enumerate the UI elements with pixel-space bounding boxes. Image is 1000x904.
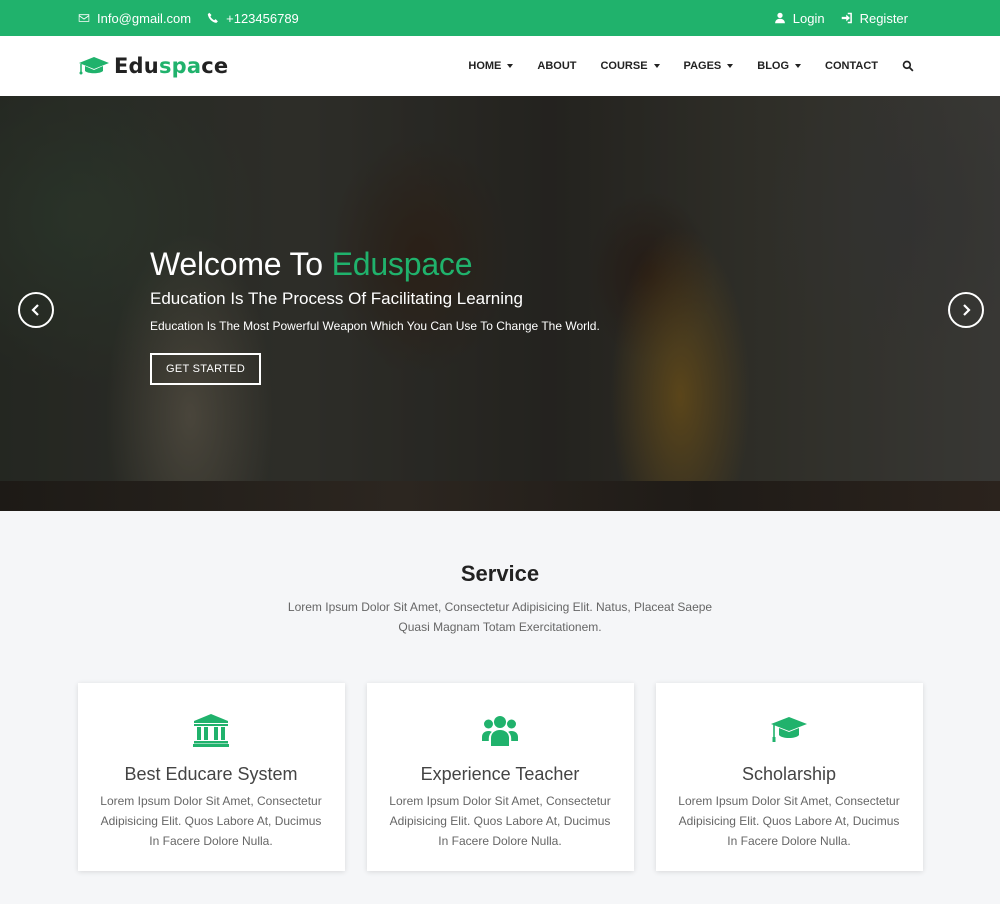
hero-title: Welcome To Eduspace — [150, 246, 600, 283]
phone-icon — [207, 12, 218, 23]
phone-link[interactable]: +123456789 — [207, 11, 299, 26]
service-card[interactable]: Experience Teacher Lorem Ipsum Dolor Sit… — [366, 683, 634, 871]
login-link[interactable]: Login — [774, 11, 825, 26]
phone-text: +123456789 — [226, 10, 299, 26]
nav-about-label: ABOUT — [537, 60, 577, 72]
main-header: Eduspace HOME ABOUT COURSE PAGES BLOG CO… — [0, 36, 1000, 96]
graduation-cap-logo-icon — [79, 57, 109, 75]
card-title: Best Educare System — [124, 764, 298, 784]
hero-title-prefix: Welcome To — [150, 246, 332, 282]
nav-blog-label: BLOG — [757, 60, 790, 72]
contact-info: Info@gmail.com +123456789 — [78, 11, 299, 26]
hero-title-accent: Eduspace — [331, 246, 473, 282]
card-icon-wrap — [78, 713, 345, 747]
caret-down-icon — [727, 64, 734, 68]
service-cards: Best Educare System Lorem Ipsum Dolor Si… — [0, 683, 1000, 871]
hero-image-floor — [0, 481, 1000, 511]
slider-next-button[interactable] — [948, 292, 984, 328]
email-link[interactable]: Info@gmail.com — [78, 11, 191, 26]
card-text: Lorem Ipsum Dolor Sit Amet, Consectetur … — [389, 794, 611, 848]
nav-contact[interactable]: CONTACT — [825, 60, 878, 72]
logo-text-end: ce — [201, 54, 229, 78]
get-started-button[interactable]: GET STARTED — [150, 353, 262, 385]
slider-prev-button[interactable] — [18, 292, 54, 328]
caret-down-icon — [653, 64, 660, 68]
caret-down-icon — [507, 64, 514, 68]
card-text: Lorem Ipsum Dolor Sit Amet, Consectetur … — [678, 794, 900, 848]
login-label: Login — [792, 10, 825, 26]
search-button[interactable] — [902, 60, 914, 72]
service-card[interactable]: Scholarship Lorem Ipsum Dolor Sit Amet, … — [655, 683, 923, 871]
nav-pages-label: PAGES — [683, 60, 722, 72]
top-bar: Info@gmail.com +123456789 Login Register — [0, 0, 1000, 36]
email-text: Info@gmail.com — [97, 10, 192, 26]
envelope-icon — [78, 14, 90, 22]
nav-home-label: HOME — [468, 60, 502, 72]
nav-pages[interactable]: PAGES — [684, 60, 734, 72]
logo-text-main: Edu — [114, 54, 159, 78]
card-title: Experience Teacher — [420, 764, 580, 784]
logo-text: Eduspace — [114, 54, 228, 78]
service-title: Service — [460, 561, 540, 586]
register-label: Register — [859, 10, 908, 26]
caret-down-icon — [795, 64, 802, 68]
hero-slider: Welcome To Eduspace Education Is The Pro… — [0, 96, 1000, 511]
card-icon-wrap — [367, 713, 634, 747]
card-icon-wrap — [656, 713, 923, 747]
account-links: Login Register — [774, 11, 908, 26]
nav-course-label: COURSE — [600, 60, 648, 72]
sign-in-icon — [841, 12, 852, 24]
card-title: Scholarship — [741, 764, 837, 784]
hero-description: Education Is The Most Powerful Weapon Wh… — [150, 319, 600, 333]
nav-course[interactable]: COURSE — [600, 60, 660, 72]
hero-content: Welcome To Eduspace Education Is The Pro… — [150, 246, 600, 385]
nav-contact-label: CONTACT — [825, 60, 878, 72]
bank-icon — [193, 714, 229, 747]
nav-home[interactable]: HOME — [468, 60, 514, 72]
graduation-cap-icon — [771, 717, 807, 742]
search-icon — [902, 60, 914, 72]
register-link[interactable]: Register — [841, 11, 908, 26]
main-nav: HOME ABOUT COURSE PAGES BLOG CONTACT — [468, 60, 914, 72]
chevron-right-icon — [963, 304, 971, 316]
hero-subtitle: Education Is The Process Of Facilitating… — [150, 289, 523, 308]
nav-blog[interactable]: BLOG — [757, 60, 802, 72]
service-card[interactable]: Best Educare System Lorem Ipsum Dolor Si… — [77, 683, 345, 871]
chevron-left-icon — [31, 304, 39, 316]
nav-about[interactable]: ABOUT — [537, 60, 576, 72]
logo-text-accent: spa — [158, 54, 202, 78]
logo[interactable]: Eduspace — [78, 54, 228, 78]
service-section: Service Lorem Ipsum Dolor Sit Amet, Cons… — [0, 511, 1000, 871]
users-icon — [482, 716, 518, 746]
service-description: Lorem Ipsum Dolor Sit Amet, Consectetur … — [287, 600, 713, 634]
user-icon — [774, 12, 785, 24]
card-text: Lorem Ipsum Dolor Sit Amet, Consectetur … — [100, 794, 322, 848]
